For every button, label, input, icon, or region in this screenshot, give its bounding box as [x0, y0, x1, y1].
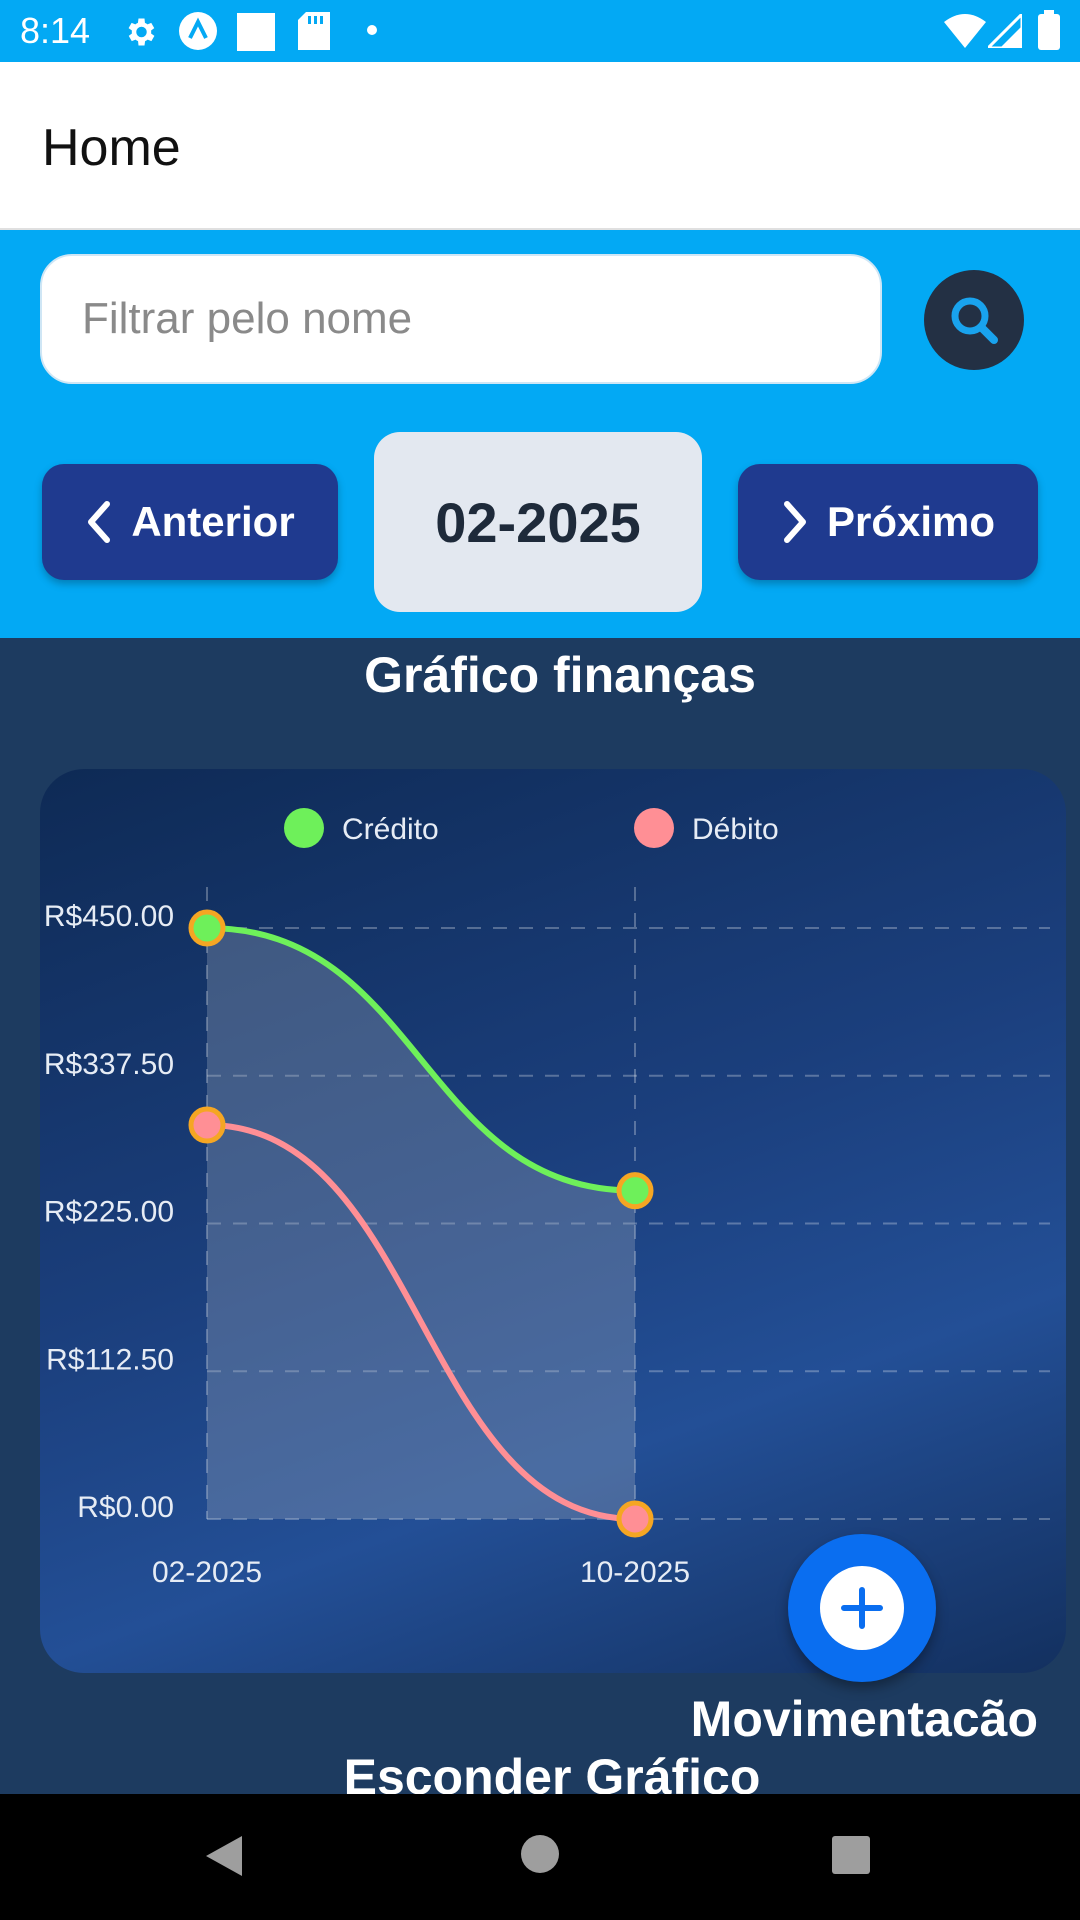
data-point — [616, 1500, 654, 1538]
next-month-button[interactable]: Próximo — [738, 464, 1038, 580]
y-tick-label: R$225.00 — [44, 1196, 174, 1229]
chart-title: Gráfico finanças — [364, 647, 756, 703]
a-logo-icon — [179, 12, 217, 50]
legend-label: Débito — [692, 813, 779, 846]
search-input[interactable] — [40, 254, 882, 384]
status-time: 8:14 — [20, 10, 91, 51]
x-tick-label: 10-2025 — [580, 1556, 690, 1589]
back-icon[interactable] — [204, 1834, 244, 1878]
previous-month-button[interactable]: Anterior — [42, 464, 338, 580]
battery-icon — [1038, 10, 1060, 50]
system-nav-bar — [0, 1794, 1080, 1920]
next-button-label: Próximo — [826, 498, 996, 545]
square-icon — [237, 13, 275, 51]
filter-section: Anterior 02-2025 Próximo — [0, 230, 1080, 638]
legend-label: Crédito — [342, 813, 439, 846]
dot-icon — [367, 25, 377, 35]
data-point — [616, 1172, 654, 1210]
y-tick-label: R$112.50 — [46, 1343, 174, 1376]
signal-icon — [988, 14, 1022, 48]
chevron-right-icon — [783, 501, 806, 543]
hide-chart-toggle[interactable]: Esconder Gráfico — [0, 1748, 1080, 1794]
chart-card: R$450.00 R$337.50 R$225.00 R$112.50 R$0.00 02… — [40, 769, 1066, 1673]
add-transaction-label: Movimentacão — [690, 1691, 1038, 1747]
wifi-icon — [944, 14, 986, 48]
y-tick-label: R$337.50 — [44, 1048, 174, 1081]
sd-card-icon — [298, 12, 330, 50]
status-bar: 8:14 — [0, 0, 1080, 62]
previous-button-label: Anterior — [131, 498, 295, 545]
gear-icon — [128, 18, 155, 46]
x-tick-label: 02-2025 — [152, 1556, 262, 1589]
legend-marker — [634, 808, 674, 848]
legend-marker — [284, 808, 324, 848]
add-transaction-button[interactable] — [788, 1534, 936, 1682]
data-point — [188, 1106, 226, 1144]
data-point — [188, 909, 226, 947]
y-tick-label: R$0.00 — [77, 1491, 174, 1524]
page-title: Home — [42, 119, 181, 177]
search-icon — [951, 297, 998, 344]
y-tick-label: R$450.00 — [44, 900, 174, 933]
recents-icon[interactable] — [832, 1836, 870, 1874]
app-bar: Home — [0, 62, 1080, 230]
current-period: 02-2025 — [374, 432, 702, 612]
chart-area-fill — [207, 928, 635, 1519]
plus-icon — [841, 1587, 883, 1629]
chevron-left-icon — [88, 501, 111, 543]
home-icon[interactable] — [520, 1834, 560, 1874]
line-chart: R$450.00 R$337.50 R$225.00 R$112.50 R$0.00 02… — [44, 808, 1050, 1589]
search-button[interactable] — [924, 270, 1024, 370]
